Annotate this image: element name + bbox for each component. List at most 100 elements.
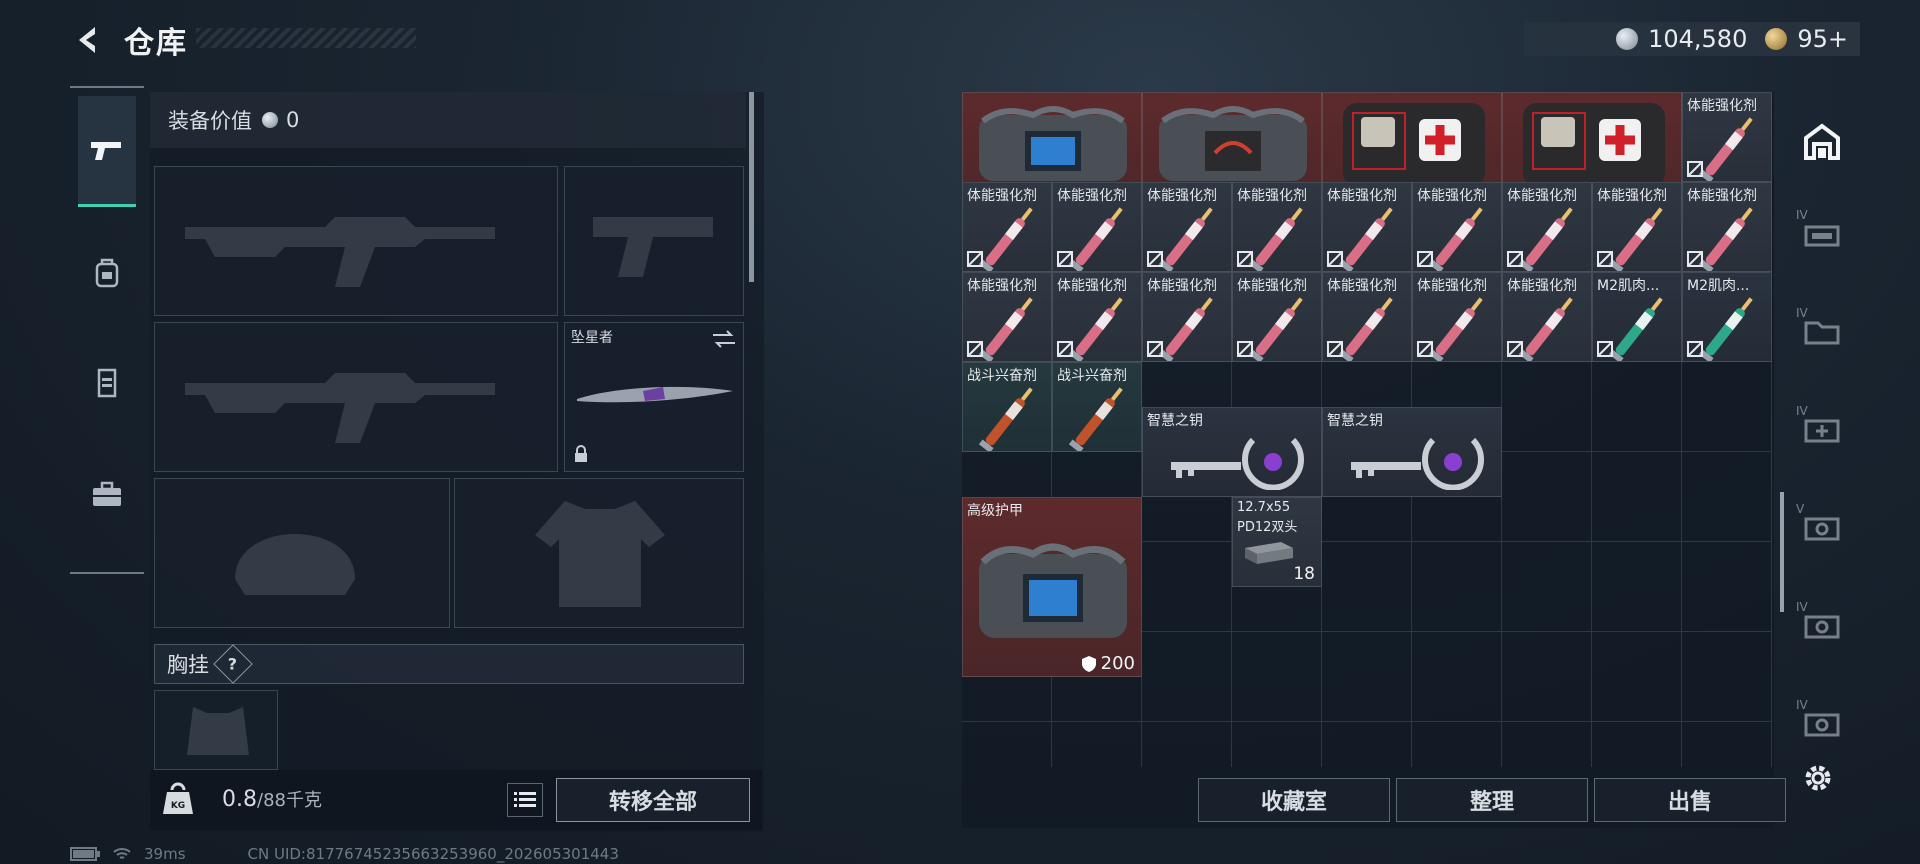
ammo-box-icon [1245,542,1293,564]
tab-backpack[interactable] [78,218,136,326]
pistol-icon [91,142,121,160]
container-rail: IV IV IV V IV IV [1796,92,1848,752]
no-bind-icon [1597,341,1613,357]
status-bar: 39ms CN UID:81776745235663253960_2026053… [70,844,619,864]
wifi-icon [113,848,131,859]
ammo-item[interactable]: 12.7x55 PD12双头 18 [1232,497,1322,587]
sidearm-slot[interactable] [564,166,744,316]
syringe-red-item[interactable]: 体能强化剂 [962,182,1052,272]
secondary-weapon-slot[interactable] [154,322,558,472]
no-bind-icon [1417,251,1433,267]
gun-case-icon [1804,225,1840,247]
storage-scrollbar[interactable] [1780,492,1784,612]
syringe-red-item[interactable]: 体能强化剂 [1592,182,1682,272]
transfer-all-button[interactable]: 转移全部 [556,778,750,822]
rail-container-4[interactable]: V [1796,502,1848,554]
wisdom-key-item[interactable]: 智慧之钥 [1142,407,1322,497]
syringe-red-item[interactable]: 体能强化剂 [1322,272,1412,362]
shield-icon [1081,655,1096,672]
warehouse-icon [1804,123,1840,160]
uid-text: CN UID:81776745235663253960_202605301443 [247,845,619,863]
syringe-red-item[interactable]: 体能强化剂 [1052,182,1142,272]
ping-value: 39ms [144,845,186,863]
no-bind-icon [1147,251,1163,267]
syringe-red-item[interactable]: 体能强化剂 [1232,182,1322,272]
pistol-silhouette-icon [593,217,713,277]
medical-case-icon [1804,419,1840,443]
syringe-green-item[interactable]: M2肌肉... [1592,272,1682,362]
safe-case-icon [1804,713,1840,737]
melee-knife-icon [577,386,733,403]
key-icon [1351,437,1484,490]
syringe-red-item[interactable]: 体能强化剂 [1682,182,1772,272]
no-bind-icon [1687,341,1703,357]
wisdom-key-item[interactable]: 智慧之钥 [1322,407,1502,497]
syringe-red-item[interactable]: 体能强化剂 [1682,92,1772,182]
battery-icon [70,847,100,861]
tab-armor[interactable] [78,328,136,436]
chest-rig-slot[interactable] [154,690,278,770]
syringe-green-item[interactable]: M2肌肉... [1682,272,1772,362]
settings-button[interactable] [1798,758,1838,798]
vault-button[interactable]: 收藏室 [1198,778,1390,822]
tab-weapons[interactable] [78,96,136,207]
no-bind-icon [1327,251,1343,267]
rail-container-5[interactable]: IV [1796,600,1848,652]
rifle-silhouette-icon [185,373,495,443]
syringe-orange-item[interactable]: 战斗兴奋剂 [1052,362,1142,452]
equipment-scrollbar[interactable] [749,92,754,282]
rail-container-6[interactable]: IV [1796,698,1848,750]
no-bind-icon [1147,341,1163,357]
kg-label: KG [171,801,185,811]
rail-container-1[interactable]: IV [1796,208,1848,260]
syringe-red-item[interactable]: 体能强化剂 [1502,272,1592,362]
syringe-red-item[interactable]: 体能强化剂 [1052,272,1142,362]
syringe-red-item[interactable]: 体能强化剂 [962,272,1052,362]
list-view-button[interactable] [507,783,543,817]
item-value: 200 [1081,653,1135,674]
safe-case-icon [1804,615,1840,639]
rail-container-3[interactable]: IV [1796,404,1848,456]
rifle-silhouette-icon [185,217,495,287]
rail-warehouse[interactable] [1796,116,1848,168]
sell-button[interactable]: 出售 [1594,778,1786,822]
item-name: 高级护甲 [967,503,1023,519]
vest-icon [97,368,117,398]
syringe-red-item[interactable]: 体能强化剂 [1322,182,1412,272]
gold-coin-icon [1765,28,1788,50]
syringe-red-item[interactable]: 体能强化剂 [1412,182,1502,272]
weight-readout: 0.8/88千克 [222,786,322,812]
advanced-armor-item[interactable]: 高级护甲 200 [962,497,1142,677]
syringe-red-item[interactable]: 体能强化剂 [1142,272,1232,362]
helmet-slot[interactable] [154,478,450,628]
ammo-caliber: 12.7x55 [1237,500,1291,515]
armor-bag-icon [1159,106,1307,181]
body-armor-slot[interactable] [454,478,744,628]
help-button[interactable]: ? [213,644,253,684]
equipment-value: 0 [286,108,300,132]
page-title: 仓库 [124,26,188,61]
chest-rig-silhouette-icon [187,707,249,755]
rail-container-2[interactable]: IV [1796,306,1848,358]
gold-currency-value: 95+ [1797,25,1848,53]
current-weight: 0.8 [222,787,257,812]
chest-rig-header: 胸挂 ? [154,644,744,684]
syringe-orange-item[interactable]: 战斗兴奋剂 [962,362,1052,452]
syringe-red-item[interactable]: 体能强化剂 [1412,272,1502,362]
backpack-icon [95,258,119,288]
back-button[interactable] [68,20,108,60]
weight-bar: KG 0.8/88千克 转移全部 [150,770,762,830]
sort-button[interactable]: 整理 [1396,778,1588,822]
melee-slot[interactable]: 坠星者 [564,322,744,472]
no-bind-icon [1507,251,1523,267]
primary-weapon-slot[interactable] [154,166,558,316]
currency-bar: 104,580 95+ [1524,22,1860,56]
syringe-red-item[interactable]: 体能强化剂 [1502,182,1592,272]
no-bind-icon [1237,341,1253,357]
swap-icon[interactable] [711,329,737,349]
ammo-count: 18 [1293,564,1315,584]
syringe-red-item[interactable]: 体能强化剂 [1232,272,1322,362]
tab-toolbox[interactable] [78,440,136,548]
syringe-red-item[interactable]: 体能强化剂 [1142,182,1232,272]
gear-icon [1805,765,1831,791]
